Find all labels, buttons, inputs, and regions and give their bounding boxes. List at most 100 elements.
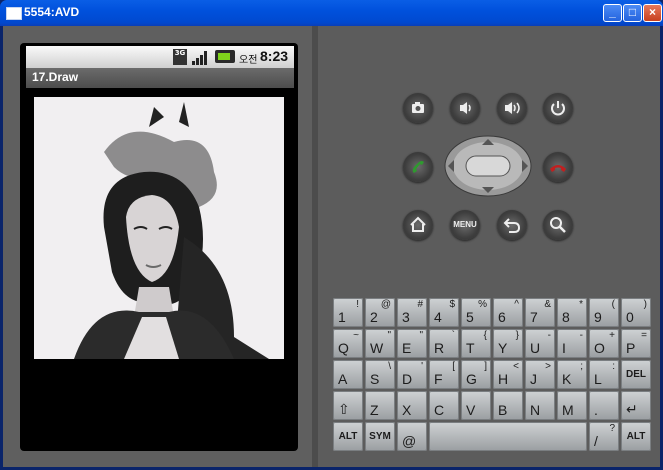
camera-button[interactable] xyxy=(403,93,433,123)
key-alt-left[interactable]: ALT xyxy=(333,422,363,451)
key-g[interactable]: G] xyxy=(461,360,491,389)
key-row4-0[interactable]: ⇧ xyxy=(333,391,363,420)
key-e[interactable]: E " xyxy=(397,329,427,358)
volume-up-button[interactable] xyxy=(497,93,527,123)
key-j[interactable]: J > xyxy=(525,360,555,389)
key-y[interactable]: Y} xyxy=(493,329,523,358)
key-1[interactable]: 1! xyxy=(333,298,363,327)
key-n-label: N xyxy=(530,402,541,418)
key-sym[interactable]: SYM xyxy=(365,422,395,451)
key-k-label: K xyxy=(562,371,572,387)
key-alt-left-label: ALT xyxy=(338,431,358,442)
key-2-alt-label: @ xyxy=(380,299,391,310)
key-q[interactable]: Q ~ xyxy=(333,329,363,358)
key-row4-9[interactable]: ↵ xyxy=(621,391,651,420)
end-call-button[interactable] xyxy=(543,152,573,182)
key-k[interactable]: K; xyxy=(557,360,587,389)
search-button[interactable] xyxy=(543,210,573,240)
key-j-alt-label: > xyxy=(545,361,551,372)
key-at[interactable]: @ xyxy=(397,422,427,451)
key-w[interactable]: W " xyxy=(365,329,395,358)
key-l-alt-label: : xyxy=(612,361,615,372)
key-slash[interactable]: /? xyxy=(589,422,619,451)
key-i-alt-label: - xyxy=(579,330,583,341)
key-v-label: V xyxy=(466,402,476,418)
back-icon xyxy=(503,218,521,233)
network-3g-icon: 3G xyxy=(173,49,187,65)
key-z-label: Z xyxy=(370,402,379,418)
maximize-button[interactable]: □ xyxy=(623,4,642,22)
key-l[interactable]: L: xyxy=(589,360,619,389)
key-t-alt-label: { xyxy=(483,330,487,341)
key-4-label: 4 xyxy=(434,309,442,325)
key-s[interactable]: S \ xyxy=(365,360,395,389)
minimize-button[interactable]: _ xyxy=(603,4,622,22)
key-d-alt-label: ' xyxy=(421,361,423,372)
emulator-window: 5554:AVD _ □ × 3G 오전 8:23 17.Draw MENU 1… xyxy=(0,0,663,470)
key-7[interactable]: 7 & xyxy=(525,298,555,327)
key-row4-8-label: . xyxy=(594,402,598,418)
dpad[interactable] xyxy=(444,135,532,197)
key-6[interactable]: 6 ^ xyxy=(493,298,523,327)
back-button[interactable] xyxy=(497,210,527,240)
power-button[interactable] xyxy=(543,93,573,123)
key-v[interactable]: V xyxy=(461,391,491,420)
key-0[interactable]: 0) xyxy=(621,298,651,327)
key-9[interactable]: 9( xyxy=(589,298,619,327)
key-3[interactable]: 3 # xyxy=(397,298,427,327)
home-button[interactable] xyxy=(403,210,433,240)
key-sym-label: SYM xyxy=(369,431,391,442)
key-5-label: 5 xyxy=(466,309,474,325)
key-n[interactable]: N xyxy=(525,391,555,420)
key-t[interactable]: T{ xyxy=(461,329,491,358)
key-o[interactable]: O + xyxy=(589,329,619,358)
key-e-label: E xyxy=(402,340,412,356)
key-b[interactable]: B xyxy=(493,391,523,420)
key-8-label: 8 xyxy=(562,309,570,325)
volume-down-button[interactable] xyxy=(450,93,480,123)
key-4[interactable]: 4 $ xyxy=(429,298,459,327)
key-m[interactable]: M xyxy=(557,391,587,420)
key-del[interactable]: DEL xyxy=(621,360,651,389)
key-w-alt-label: " xyxy=(387,330,391,341)
key-r[interactable]: R ` xyxy=(429,329,459,358)
key-i[interactable]: I- xyxy=(557,329,587,358)
battery-icon xyxy=(215,50,235,63)
key-f-label: F xyxy=(434,371,443,387)
key-8-alt-label: * xyxy=(579,299,583,310)
key-space[interactable] xyxy=(429,422,587,451)
key-f[interactable]: F[ xyxy=(429,360,459,389)
dpad-center[interactable] xyxy=(465,155,511,177)
key-s-alt-label: \ xyxy=(388,361,391,372)
key-alt-right[interactable]: ALT xyxy=(621,422,651,451)
key-i-label: I xyxy=(562,340,566,356)
close-button[interactable]: × xyxy=(643,4,662,22)
key-j-label: J xyxy=(530,371,537,387)
status-time: 8:23 xyxy=(260,48,289,64)
call-button[interactable] xyxy=(403,152,433,182)
key-5[interactable]: 5% xyxy=(461,298,491,327)
title-bar[interactable]: 5554:AVD _ □ × xyxy=(0,0,663,26)
key-u[interactable]: U- xyxy=(525,329,555,358)
key-p[interactable]: P = xyxy=(621,329,651,358)
menu-button[interactable]: MENU xyxy=(450,210,480,240)
key-h[interactable]: H < xyxy=(493,360,523,389)
key-a[interactable]: A xyxy=(333,360,363,389)
key-c[interactable]: C xyxy=(429,391,459,420)
key-c-label: C xyxy=(434,402,445,418)
key-x[interactable]: X xyxy=(397,391,427,420)
key-z[interactable]: Z xyxy=(365,391,395,420)
key-k-alt-label: ; xyxy=(580,361,583,372)
call-icon xyxy=(412,161,424,173)
key-2[interactable]: 2 @ xyxy=(365,298,395,327)
window-title: 5554:AVD xyxy=(24,5,80,19)
key-2-label: 2 xyxy=(370,309,378,325)
key-o-alt-label: + xyxy=(609,330,615,341)
key-row4-9-label: ↵ xyxy=(626,401,638,417)
key-row4-8[interactable]: . xyxy=(589,391,619,420)
key-8[interactable]: 8 * xyxy=(557,298,587,327)
search-icon xyxy=(550,217,566,233)
key-row4-0-label: ⇧ xyxy=(338,401,350,417)
key-d[interactable]: D ' xyxy=(397,360,427,389)
key-1-label: 1 xyxy=(338,309,346,325)
